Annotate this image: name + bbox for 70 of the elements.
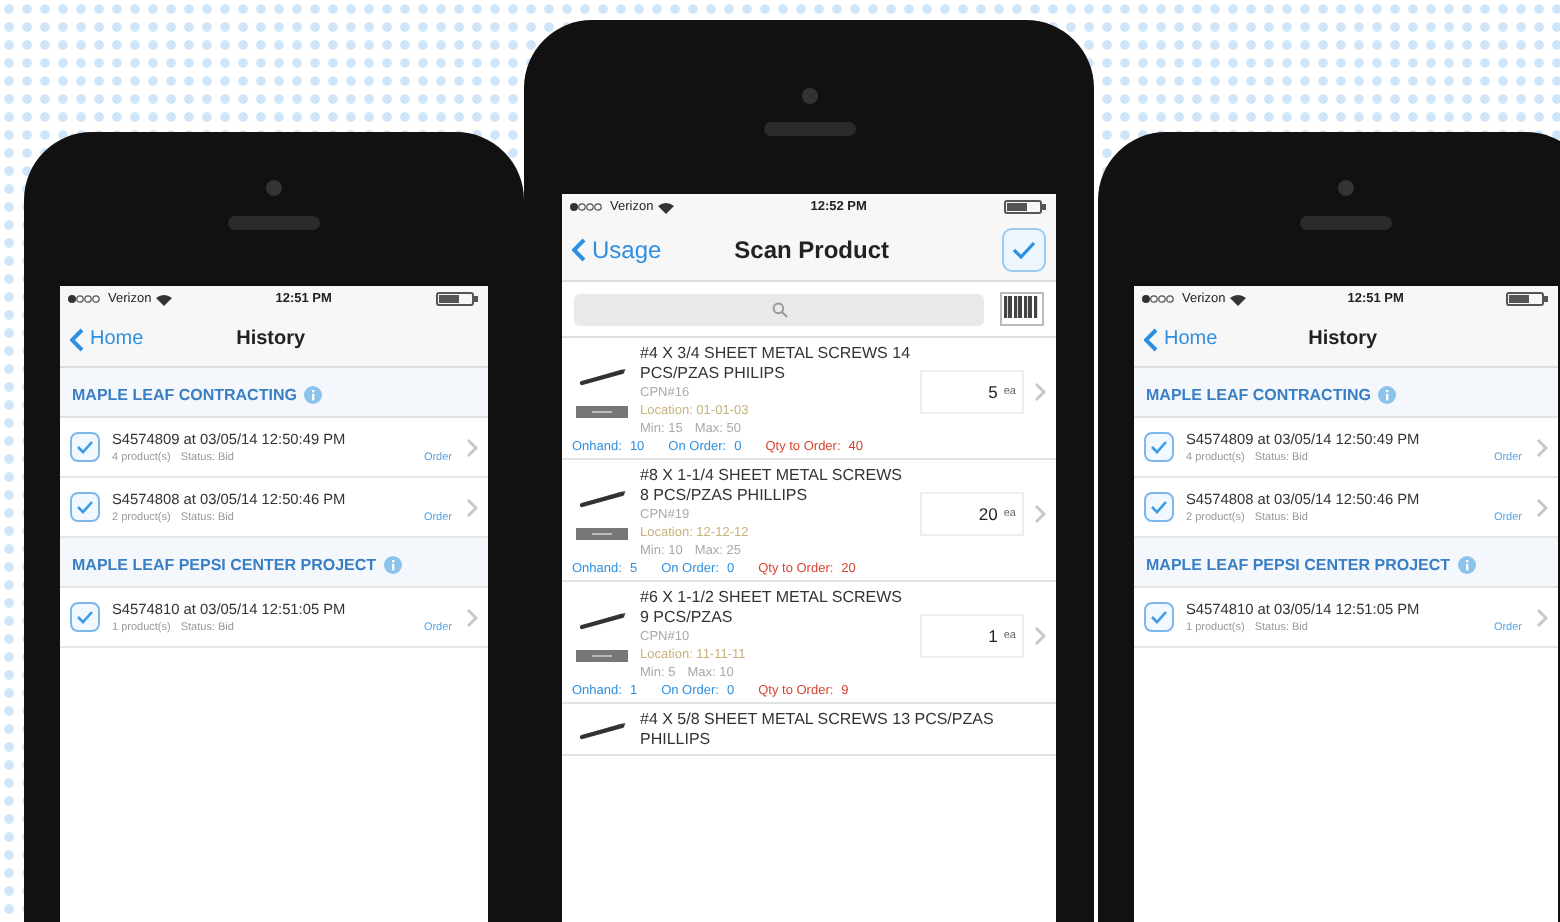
product-name: #6 X 1-1/2 SHEET METAL SCREWS 9 PCS/PZAS bbox=[640, 588, 905, 628]
product-name: #4 X 3/4 SHEET METAL SCREWS 14 PCS/PZAS PHILIPS bbox=[640, 344, 912, 384]
product-row[interactable]: #4 X 5/8 SHEET METAL SCREWS 13 PCS/PZAS PHILLIPS bbox=[572, 710, 1046, 750]
checkmark-icon bbox=[76, 610, 94, 624]
checkmark-icon bbox=[1150, 610, 1168, 624]
signal-icon bbox=[68, 294, 104, 304]
section-title: MAPLE LEAF CONTRACTING bbox=[72, 386, 297, 404]
speaker-slot bbox=[763, 122, 855, 136]
tag-icon bbox=[576, 405, 628, 417]
info-icon bbox=[1458, 556, 1477, 574]
checkmark-icon bbox=[76, 500, 94, 514]
search-icon bbox=[771, 301, 787, 317]
tag-icon bbox=[576, 649, 628, 661]
signal-icon bbox=[1142, 294, 1178, 304]
barcode-scan-button[interactable] bbox=[1000, 292, 1044, 326]
checkbox[interactable] bbox=[1144, 492, 1174, 522]
section-title: MAPLE LEAF PEPSI CENTER PROJECT bbox=[72, 556, 377, 574]
screen-title: Scan Product bbox=[734, 236, 890, 264]
speaker-slot bbox=[228, 216, 320, 230]
chevron-right-icon bbox=[1534, 437, 1548, 457]
screen-title: History bbox=[1308, 328, 1378, 350]
quantity-value: 5 bbox=[988, 381, 998, 401]
wifi-icon bbox=[657, 201, 674, 213]
info-icon bbox=[1378, 386, 1397, 404]
camera-dot bbox=[801, 88, 817, 104]
chevron-right-icon bbox=[1032, 625, 1046, 645]
battery-icon bbox=[1004, 200, 1048, 214]
battery-icon bbox=[1506, 292, 1550, 306]
checkmark-icon bbox=[76, 440, 94, 454]
screw-icon bbox=[576, 609, 628, 629]
checkmark-icon bbox=[1150, 440, 1168, 454]
camera-dot bbox=[266, 180, 282, 196]
info-icon bbox=[384, 556, 403, 574]
checkbox[interactable] bbox=[70, 602, 100, 632]
quantity-value: 20 bbox=[978, 503, 998, 523]
back-chevron-icon bbox=[1144, 327, 1158, 351]
checkmark-icon bbox=[1011, 240, 1036, 260]
camera-dot bbox=[1338, 180, 1354, 196]
wifi-icon bbox=[155, 293, 172, 305]
screw-icon bbox=[576, 365, 628, 385]
chevron-right-icon bbox=[464, 497, 478, 517]
done-button[interactable] bbox=[1001, 228, 1046, 272]
checkbox[interactable] bbox=[70, 432, 100, 462]
speaker-slot bbox=[1300, 216, 1392, 230]
checkbox[interactable] bbox=[70, 492, 100, 522]
battery-icon bbox=[436, 292, 480, 306]
back-chevron-icon bbox=[70, 327, 84, 351]
screen-title: History bbox=[236, 328, 306, 350]
chevron-right-icon bbox=[464, 607, 478, 627]
product-name: #8 X 1-1/4 SHEET METAL SCREWS 8 PCS/PZAS PHILLIPS bbox=[640, 466, 905, 506]
quantity-value: 1 bbox=[988, 625, 998, 645]
chevron-right-icon bbox=[1534, 607, 1548, 627]
back-chevron-icon bbox=[572, 238, 586, 262]
chevron-right-icon bbox=[464, 437, 478, 457]
search-field[interactable] bbox=[574, 293, 984, 325]
signal-icon bbox=[570, 202, 606, 212]
tag-icon bbox=[576, 527, 628, 539]
product-name: #4 X 5/8 SHEET METAL SCREWS 13 PCS/PZAS PHILLIPS bbox=[640, 710, 996, 750]
screw-icon bbox=[576, 487, 628, 507]
checkbox[interactable] bbox=[1144, 602, 1174, 632]
chevron-right-icon bbox=[1032, 381, 1046, 401]
info-icon bbox=[304, 386, 323, 404]
wifi-icon bbox=[1229, 293, 1246, 305]
chevron-right-icon bbox=[1032, 503, 1046, 523]
chevron-right-icon bbox=[1534, 497, 1548, 517]
section-title: MAPLE LEAF CONTRACTING bbox=[1146, 386, 1371, 404]
screw-icon bbox=[576, 720, 628, 740]
checkmark-icon bbox=[1150, 500, 1168, 514]
checkbox[interactable] bbox=[1144, 432, 1174, 462]
section-title: MAPLE LEAF PEPSI CENTER PROJECT bbox=[1146, 556, 1451, 574]
